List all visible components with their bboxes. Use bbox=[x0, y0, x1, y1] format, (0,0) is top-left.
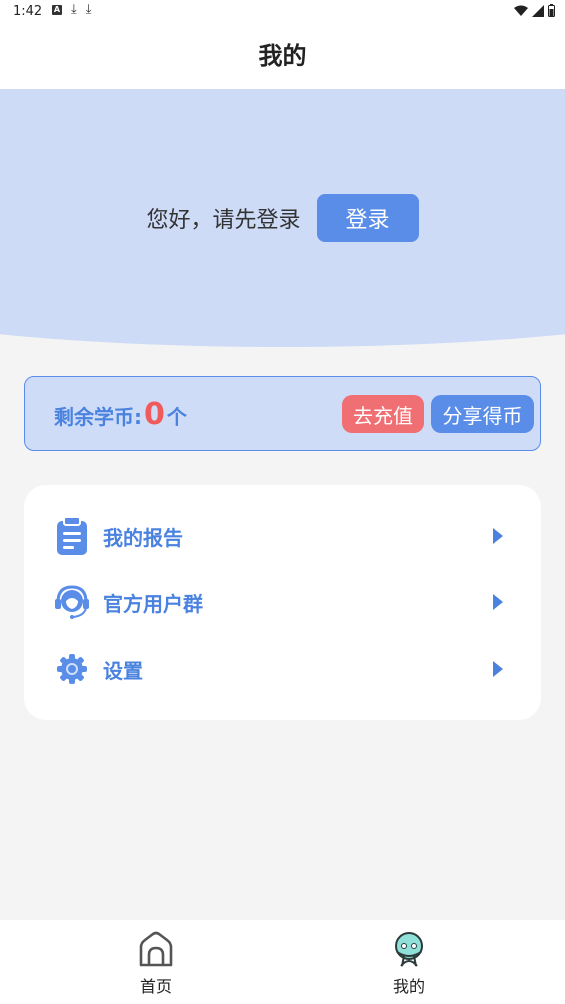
gear-icon bbox=[54, 651, 90, 687]
tab-label: 我的 bbox=[392, 977, 425, 996]
page: 1:42 A ⤓ ⤓ 我的 您好，请先登录 登录 剩余学币: 0 个 去充值 分… bbox=[0, 0, 565, 1004]
status-time: 1:42 bbox=[13, 4, 43, 19]
status-notifications: A ⤓ ⤓ bbox=[52, 3, 92, 17]
tab-label: 首页 bbox=[139, 977, 172, 996]
profile-icon bbox=[395, 932, 423, 967]
greeting-text: 您好，请先登录 bbox=[146, 208, 301, 233]
download-icon: ⤓ bbox=[85, 2, 92, 17]
menu-item-user-group[interactable]: 官方用户群 bbox=[24, 572, 541, 632]
page-title: 我的 bbox=[258, 42, 307, 70]
chevron-right-icon bbox=[493, 661, 503, 677]
menu-item-label: 官方用户群 bbox=[103, 591, 203, 616]
chevron-right-icon bbox=[493, 594, 503, 610]
home-icon bbox=[139, 931, 173, 967]
login-prompt: 您好，请先登录 登录 bbox=[0, 194, 565, 242]
clipboard-icon bbox=[54, 517, 90, 555]
coins-label: 剩余学币: bbox=[54, 405, 142, 429]
coins-card: 剩余学币: 0 个 去充值 分享得币 bbox=[24, 376, 541, 451]
title-bar: 我的 bbox=[0, 24, 565, 90]
tab-mine[interactable]: 我的 bbox=[329, 920, 489, 1004]
notification-a-icon: A bbox=[52, 5, 62, 15]
status-system-icons bbox=[514, 4, 555, 17]
coins-balance: 剩余学币: 0 个 bbox=[54, 397, 187, 432]
tab-home[interactable]: 首页 bbox=[76, 920, 236, 1004]
menu-card: 我的报告 官方用户群 设置 bbox=[24, 485, 541, 720]
wifi-icon bbox=[514, 5, 528, 16]
bottom-tab-bar: 首页 我的 bbox=[0, 920, 565, 1004]
menu-item-my-reports[interactable]: 我的报告 bbox=[24, 506, 541, 566]
menu-item-label: 设置 bbox=[103, 658, 143, 683]
headset-icon bbox=[54, 584, 90, 620]
download-icon: ⤓ bbox=[71, 2, 77, 17]
battery-icon bbox=[548, 4, 555, 17]
share-earn-button[interactable]: 分享得币 bbox=[431, 395, 534, 433]
login-button[interactable]: 登录 bbox=[316, 194, 419, 242]
coins-value: 0 bbox=[144, 397, 165, 432]
coins-unit: 个 bbox=[166, 405, 187, 429]
signal-icon bbox=[532, 4, 544, 17]
menu-item-label: 我的报告 bbox=[103, 525, 183, 550]
recharge-button[interactable]: 去充值 bbox=[342, 395, 424, 433]
menu-item-settings[interactable]: 设置 bbox=[24, 639, 541, 699]
chevron-right-icon bbox=[493, 528, 503, 544]
status-bar: 1:42 A ⤓ ⤓ bbox=[0, 0, 565, 24]
